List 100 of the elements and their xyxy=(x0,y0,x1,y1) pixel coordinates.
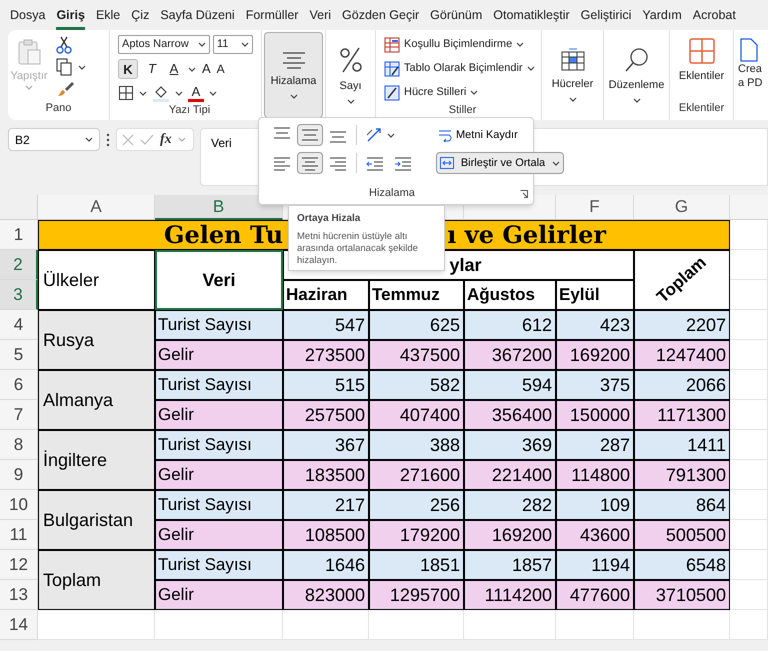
row-header[interactable]: 12 xyxy=(0,550,38,580)
chevron-icon xyxy=(85,137,93,142)
number-button[interactable]: Sayı xyxy=(328,32,373,118)
wrap-icon xyxy=(438,128,452,142)
table-cell: Rusya xyxy=(38,310,155,370)
empty-cell[interactable] xyxy=(730,250,768,280)
menu-tab[interactable]: Veri xyxy=(309,0,332,30)
table-cell: 823000 xyxy=(283,580,369,610)
table-cell: 114800 xyxy=(556,460,634,490)
insert-function-button[interactable]: fx xyxy=(160,129,172,150)
table-cell: 271600 xyxy=(369,460,464,490)
chevron-icon xyxy=(470,90,478,95)
row-header[interactable]: 5 xyxy=(0,340,38,370)
table-cell: 1247400 xyxy=(634,340,730,370)
row-header[interactable]: 3 xyxy=(0,280,38,310)
table-cell: 282 xyxy=(464,490,556,520)
more-icon xyxy=(106,133,110,147)
font-family-field[interactable]: Aptos Narrow xyxy=(118,35,210,54)
alignment-option-button[interactable] xyxy=(297,124,323,146)
table-cell: İngiltere xyxy=(38,430,155,490)
menu-tab[interactable]: Çiz xyxy=(131,0,150,30)
row-header[interactable]: 13 xyxy=(0,580,38,610)
table-cell: 437500 xyxy=(369,340,464,370)
bottom-align-icon xyxy=(328,131,348,143)
table-cell: 1114200 xyxy=(464,580,556,610)
row-header[interactable]: 7 xyxy=(0,400,38,430)
table-cell: Ağustos xyxy=(464,280,556,310)
chevron-icon xyxy=(178,137,186,142)
chevron-icon xyxy=(526,66,535,71)
font-color-button[interactable]: A xyxy=(188,84,204,102)
grow-font-button[interactable]: A xyxy=(202,59,211,79)
bold-button[interactable]: K xyxy=(118,59,138,79)
cancel-icon xyxy=(122,134,134,146)
table-cell: 356400 xyxy=(464,400,556,430)
row-header[interactable]: 9 xyxy=(0,460,38,490)
table-cell: Turist Sayısı xyxy=(155,310,283,340)
styles-menu-button[interactable]: Koşullu Biçimlendirme xyxy=(384,35,535,54)
empty-cell[interactable] xyxy=(730,280,768,310)
check-icon xyxy=(140,134,154,146)
table-cell: 791300 xyxy=(634,460,730,490)
table-cell: Turist Sayısı xyxy=(155,430,283,460)
table-cell: Gelir xyxy=(155,400,283,430)
select-all-corner[interactable] xyxy=(0,195,38,220)
column-header[interactable] xyxy=(730,195,768,220)
menu-tab[interactable]: Otomatikleştir xyxy=(493,0,570,30)
styles-menu-button[interactable]: Hücre Stilleri xyxy=(384,83,535,102)
row-header[interactable]: 4 xyxy=(0,310,38,340)
table-cell: 6548 xyxy=(634,550,730,580)
row-header[interactable]: 8 xyxy=(0,430,38,460)
menu-tab[interactable]: Ekle xyxy=(96,0,120,30)
menu-tab[interactable]: Geliştirici xyxy=(580,0,632,30)
row-header[interactable]: 11 xyxy=(0,520,38,550)
name-box[interactable]: B2 xyxy=(8,128,100,151)
row-header[interactable]: 2 xyxy=(0,250,38,280)
row-header[interactable]: 6 xyxy=(0,370,38,400)
chevron-icon xyxy=(290,94,298,99)
menu-tab[interactable]: Gözden Geçir xyxy=(342,0,420,30)
editing-button[interactable]: Düzenleme xyxy=(606,32,667,118)
column-header[interactable]: F xyxy=(556,195,634,220)
middle-align-icon xyxy=(300,129,320,141)
top-align-icon xyxy=(272,127,292,139)
menu-tab[interactable]: Dosya xyxy=(10,0,46,30)
selected-cell[interactable]: Veri xyxy=(155,250,283,310)
chevron-icon xyxy=(516,42,524,47)
table-cell: 423 xyxy=(556,310,634,340)
alignment-option-button[interactable] xyxy=(297,152,323,174)
shrink-font-button[interactable]: A xyxy=(216,59,225,79)
menu-tab[interactable]: Yardım xyxy=(642,0,682,30)
alignment-button[interactable]: Hizalama xyxy=(264,32,323,118)
create-pdf-button[interactable]: Crea a PD xyxy=(734,30,768,120)
dialog-launcher-icon xyxy=(520,190,528,198)
menu-tab[interactable]: Formüller xyxy=(246,0,298,30)
styles-menu-button[interactable]: Tablo Olarak Biçimlendir xyxy=(384,59,535,78)
grid-icon xyxy=(688,38,714,64)
column-header[interactable]: A xyxy=(38,195,155,220)
table-cell: 477600 xyxy=(556,580,634,610)
italic-button[interactable]: T xyxy=(144,59,160,79)
underline-button[interactable]: A xyxy=(166,59,182,79)
table-cell: Gelir xyxy=(155,520,283,550)
column-header[interactable]: B xyxy=(155,195,283,220)
row-header[interactable]: 1 xyxy=(0,220,38,250)
table-cell: Temmuz xyxy=(369,280,464,310)
table-cell: 109 xyxy=(556,490,634,520)
merge-center-button[interactable]: Birleştir ve Ortala xyxy=(436,152,564,174)
row-header[interactable]: 10 xyxy=(0,490,38,520)
brush-icon xyxy=(56,80,74,98)
column-header[interactable]: G xyxy=(634,195,730,220)
menu-tab[interactable]: Acrobat xyxy=(692,0,736,30)
table-cell: 221400 xyxy=(464,460,556,490)
title-text: Gelen Tu xyxy=(164,221,284,249)
add-ins-button[interactable]: Eklentiler xyxy=(670,30,733,100)
font-size-field[interactable]: 11 xyxy=(213,35,253,54)
table-format-icon xyxy=(384,60,400,76)
conditional-format-icon xyxy=(384,36,400,52)
row-header[interactable]: 14 xyxy=(0,610,38,640)
menu-tab[interactable]: Sayfa Düzeni xyxy=(160,0,235,30)
table-cell: 169200 xyxy=(464,520,556,550)
empty-cell[interactable] xyxy=(730,610,768,640)
menu-tab[interactable]: Görünüm xyxy=(430,0,482,30)
cells-button[interactable]: Hücreler xyxy=(544,32,601,118)
